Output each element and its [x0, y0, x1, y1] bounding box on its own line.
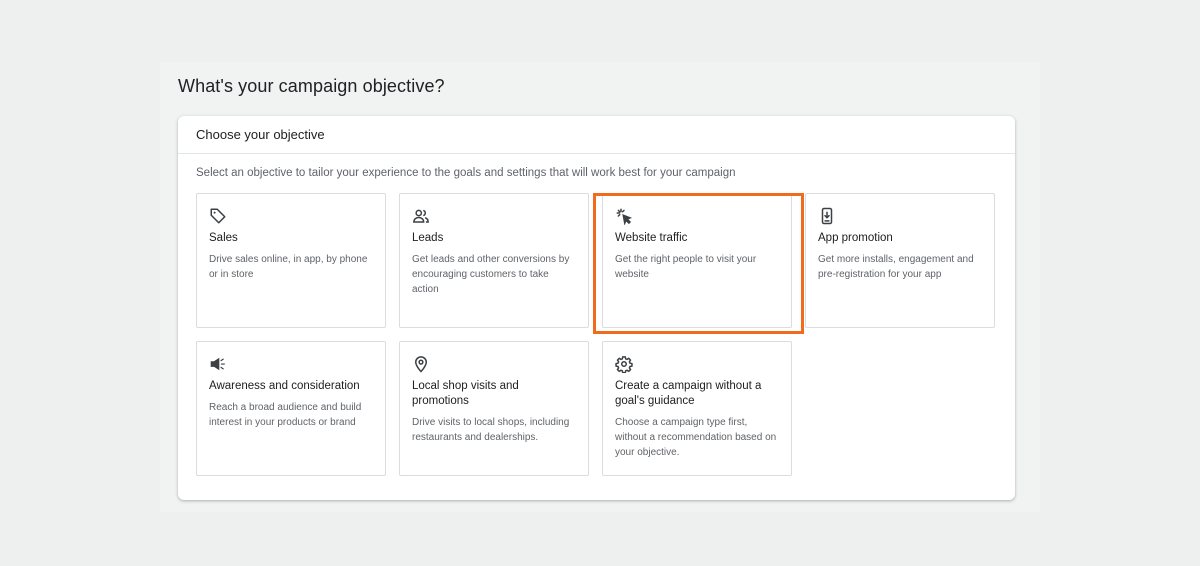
objective-panel: Choose your objective Select an objectiv…	[178, 116, 1015, 500]
objective-title: App promotion	[818, 232, 893, 244]
objective-description: Drive visits to local shops, including r…	[412, 417, 570, 443]
objective-card-local-shop[interactable]: Local shop visits and promotions Drive v…	[399, 341, 589, 476]
page-title: What's your campaign objective?	[178, 76, 445, 96]
objective-card-no-goal[interactable]: Create a campaign without a goal's guida…	[602, 341, 792, 476]
objective-title: Local shop visits and promotions	[412, 380, 519, 407]
objective-title: Create a campaign without a goal's guida…	[615, 380, 762, 407]
objective-card-sales[interactable]: Sales Drive sales online, in app, by pho…	[196, 193, 386, 328]
objective-card-awareness[interactable]: Awareness and consideration Reach a broa…	[196, 341, 386, 476]
location-pin-icon	[412, 355, 430, 373]
objective-description: Get the right people to visit your websi…	[615, 254, 757, 280]
objective-description: Choose a campaign type first, without a …	[615, 417, 777, 458]
objective-card-website-traffic[interactable]: Website traffic Get the right people to …	[602, 193, 792, 328]
megaphone-icon	[209, 355, 227, 373]
people-icon	[412, 207, 430, 225]
objective-card-app-promotion[interactable]: App promotion Get more installs, engagem…	[805, 193, 995, 328]
objective-card-leads[interactable]: Leads Get leads and other conversions by…	[399, 193, 589, 328]
gear-icon	[615, 355, 633, 373]
panel-header: Choose your objective	[178, 116, 1015, 154]
objective-title: Leads	[412, 232, 444, 244]
objective-description: Get leads and other conversions by encou…	[412, 254, 570, 295]
cursor-click-icon	[615, 207, 633, 225]
objective-description: Drive sales online, in app, by phone or …	[209, 254, 368, 280]
phone-download-icon	[818, 207, 836, 225]
tag-icon	[209, 207, 227, 225]
objective-description: Get more installs, engagement and pre-re…	[818, 254, 974, 280]
objective-title: Website traffic	[615, 232, 688, 244]
objective-title: Awareness and consideration	[209, 380, 360, 392]
panel-description: Select an objective to tailor your exper…	[196, 167, 736, 179]
objective-title: Sales	[209, 232, 238, 244]
objective-description: Reach a broad audience and build interes…	[209, 402, 362, 428]
